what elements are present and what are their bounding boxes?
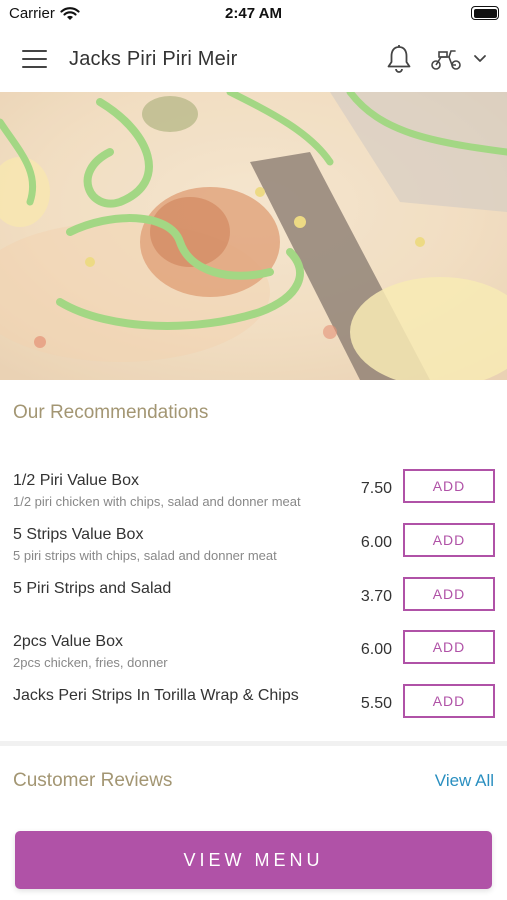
add-button[interactable]: ADD — [403, 630, 495, 664]
item-name: Jacks Peri Strips In Torilla Wrap & Chip… — [13, 687, 299, 704]
item-name: 1/2 Piri Value Box — [13, 472, 139, 489]
add-button[interactable]: ADD — [403, 577, 495, 611]
item-name: 5 Strips Value Box — [13, 526, 144, 543]
menu-item: 5 Strips Value Box 5 piri strips with ch… — [0, 523, 507, 572]
battery-icon — [471, 6, 499, 20]
menu-item: Jacks Peri Strips In Torilla Wrap & Chip… — [0, 684, 507, 733]
menu-item: 5 Piri Strips and Salad 3.70 ADD — [0, 577, 507, 626]
item-name: 5 Piri Strips and Salad — [13, 580, 172, 597]
view-menu-button[interactable]: VIEW MENU — [15, 831, 492, 889]
item-price: 7.50 — [360, 480, 392, 497]
item-price: 5.50 — [360, 695, 392, 712]
hero-food-image — [0, 92, 507, 380]
menu-icon[interactable] — [22, 50, 47, 69]
restaurant-title: Jacks Piri Piri Meir — [69, 48, 238, 70]
app-header: Jacks Piri Piri Meir — [0, 28, 507, 92]
status-time: 2:47 AM — [225, 5, 282, 22]
reviews-title: Customer Reviews — [13, 770, 173, 791]
add-button[interactable]: ADD — [403, 523, 495, 557]
recommendations-title: Our Recommendations — [13, 402, 209, 423]
chevron-down-icon[interactable] — [472, 52, 488, 64]
item-description: 1/2 piri chicken with chips, salad and d… — [13, 494, 301, 509]
menu-item: 2pcs Value Box 2pcs chicken, fries, donn… — [0, 630, 507, 679]
item-price: 3.70 — [360, 588, 392, 605]
item-description: 5 piri strips with chips, salad and donn… — [13, 548, 277, 563]
add-button[interactable]: ADD — [403, 469, 495, 503]
add-button[interactable]: ADD — [403, 684, 495, 718]
item-price: 6.00 — [360, 641, 392, 658]
status-bar: Carrier 2:47 AM — [0, 0, 507, 28]
pizza-image — [0, 92, 507, 380]
bell-icon[interactable] — [385, 44, 413, 74]
item-price: 6.00 — [360, 534, 392, 551]
view-all-link[interactable]: View All — [435, 771, 494, 791]
scooter-icon[interactable] — [430, 46, 462, 72]
section-divider — [0, 741, 507, 746]
item-description: 2pcs chicken, fries, donner — [13, 655, 168, 670]
item-name: 2pcs Value Box — [13, 633, 123, 650]
menu-item: 1/2 Piri Value Box 1/2 piri chicken with… — [0, 469, 507, 518]
